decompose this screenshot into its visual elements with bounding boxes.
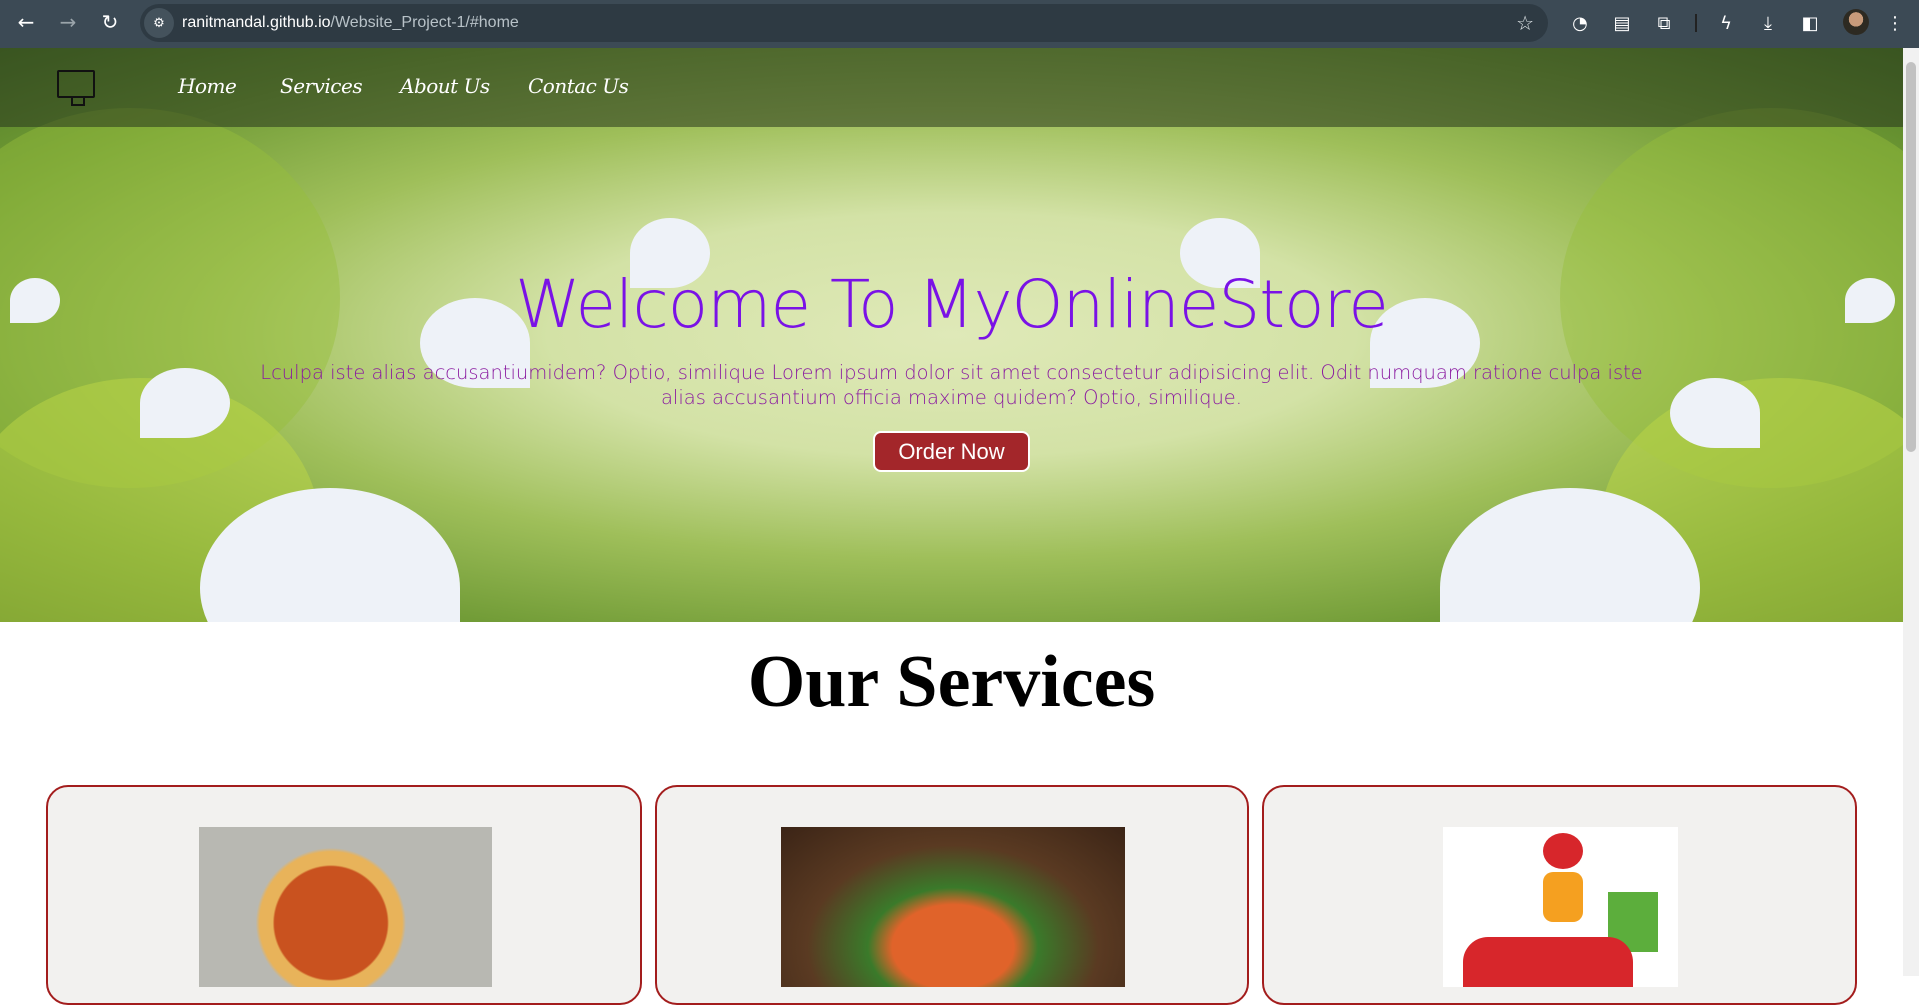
butterfly-decoration [140,368,230,438]
url-text[interactable]: ranitmandal.github.io/Website_Project-1/… [182,14,519,32]
url-path: /Website_Project-1/#home [330,14,519,31]
speed-icon[interactable]: ◔ [1567,10,1593,36]
toolbar-divider [1695,14,1697,32]
scrollbar-thumb[interactable] [1906,62,1916,452]
service-card-pasta [655,785,1249,1005]
menu-icon[interactable]: ⋮ [1882,10,1908,36]
hero-title: Welcome To MyOnlineStore [515,266,1389,343]
browser-toolbar: ← → ↻ ⚙ ranitmandal.github.io/Website_Pr… [0,0,1919,48]
reload-icon[interactable]: ↻ [96,8,124,36]
back-icon[interactable]: ← [12,8,40,36]
energy-icon[interactable]: ϟ [1713,10,1739,36]
page-scrollbar[interactable] [1903,48,1919,976]
tab-search-icon[interactable]: ▤ [1609,10,1635,36]
site-settings-icon[interactable]: ⚙ [144,8,174,38]
side-panel-icon[interactable]: ◧ [1797,10,1823,36]
scooter-shape [1463,937,1633,987]
services-heading: Our Services [747,641,1156,723]
top-nav: Home Services About Us Contac Us [0,48,1903,127]
pasta-image [781,827,1125,987]
delivery-image [1443,827,1678,987]
forward-icon[interactable]: → [54,8,82,36]
nav-services[interactable]: Services [280,74,363,98]
bookmark-star-icon[interactable]: ☆ [1516,11,1534,35]
nav-about-us[interactable]: About Us [400,74,490,98]
nav-contact-us[interactable]: Contac Us [528,74,629,98]
address-bar[interactable]: ⚙ ranitmandal.github.io/Website_Project-… [140,4,1548,42]
service-card-delivery [1262,785,1857,1005]
hero-paragraph: Lculpa iste alias accusantiumidem? Optio… [260,361,1643,409]
rider-shape [1543,872,1583,922]
extensions-icon[interactable]: ⧉ [1651,10,1677,36]
butterfly-decoration [1670,378,1760,448]
hero-section: Home Services About Us Contac Us Welcome… [0,48,1903,622]
monitor-logo-icon[interactable] [57,70,95,106]
order-now-button[interactable]: Order Now [873,431,1030,472]
helmet-shape [1543,833,1583,869]
service-card-pizza [46,785,642,1005]
nav-home[interactable]: Home [178,74,237,98]
pizza-image [199,827,492,987]
profile-avatar[interactable] [1843,9,1869,35]
url-host: ranitmandal.github.io [182,14,331,31]
download-icon[interactable]: ⤓ [1755,10,1781,36]
